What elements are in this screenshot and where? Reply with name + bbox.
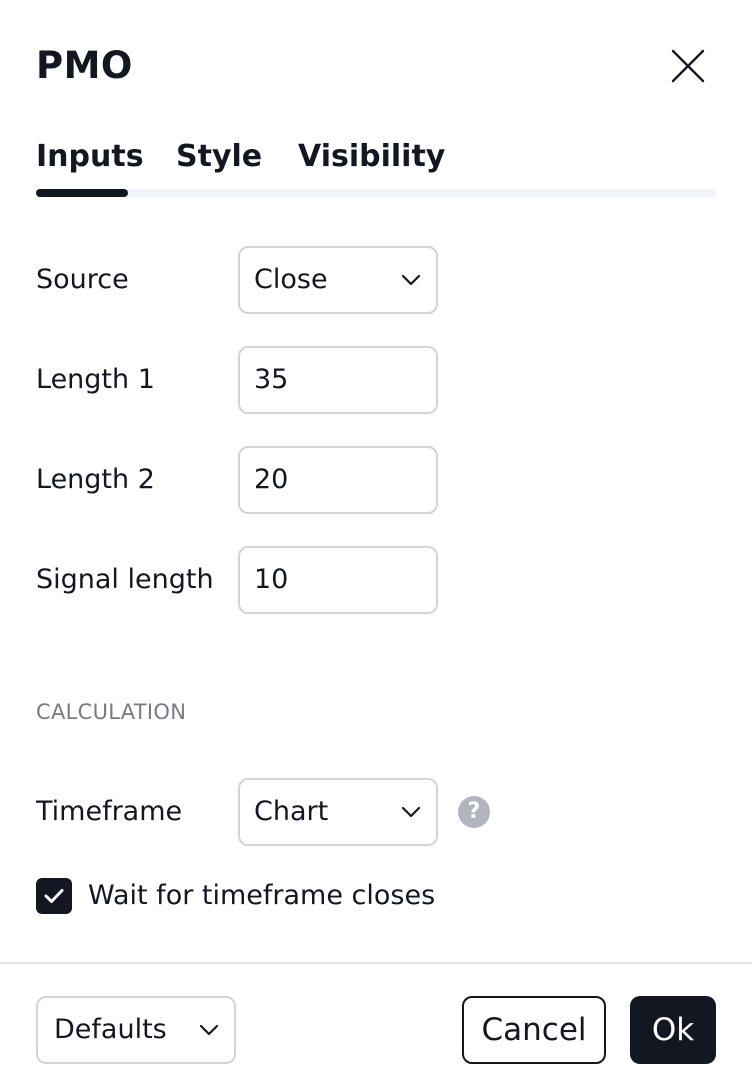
length1-label: Length 1 (36, 364, 155, 395)
length1-value: 35 (254, 364, 289, 395)
dialog-title: PMO (36, 44, 133, 87)
tab-style[interactable]: Style (176, 134, 262, 180)
source-select[interactable]: Close (238, 246, 438, 314)
tab-track (36, 189, 716, 197)
signal-length-value: 10 (254, 564, 289, 595)
defaults-label: Defaults (54, 1014, 167, 1045)
signal-length-label: Signal length (36, 564, 214, 595)
timeframe-value: Chart (254, 796, 329, 827)
cancel-button[interactable]: Cancel (462, 996, 606, 1064)
tab-inputs[interactable]: Inputs (36, 134, 144, 180)
length2-input[interactable]: 20 (238, 446, 438, 514)
length2-label: Length 2 (36, 464, 155, 495)
length2-value: 20 (254, 464, 289, 495)
footer-divider (0, 962, 752, 964)
source-label: Source (36, 264, 129, 295)
timeframe-label: Timeframe (36, 796, 183, 827)
active-tab-indicator (36, 189, 128, 197)
length1-input[interactable]: 35 (238, 346, 438, 414)
wait-for-closes-checkbox[interactable] (36, 878, 72, 914)
checkmark-icon (44, 889, 64, 903)
chevron-down-icon (401, 806, 421, 818)
signal-length-input[interactable]: 10 (238, 546, 438, 614)
tab-visibility[interactable]: Visibility (298, 134, 445, 180)
source-value: Close (254, 264, 328, 295)
calculation-section-title: CALCULATION (36, 700, 187, 724)
wait-for-closes-label[interactable]: Wait for timeframe closes (88, 878, 435, 914)
ok-button[interactable]: Ok (630, 996, 716, 1064)
chevron-down-icon (199, 1024, 219, 1036)
question-mark-icon[interactable]: ? (458, 796, 490, 828)
timeframe-select[interactable]: Chart (238, 778, 438, 846)
close-button[interactable] (664, 42, 712, 90)
close-icon (671, 49, 705, 83)
chevron-down-icon (401, 274, 421, 286)
defaults-select[interactable]: Defaults (36, 996, 236, 1064)
